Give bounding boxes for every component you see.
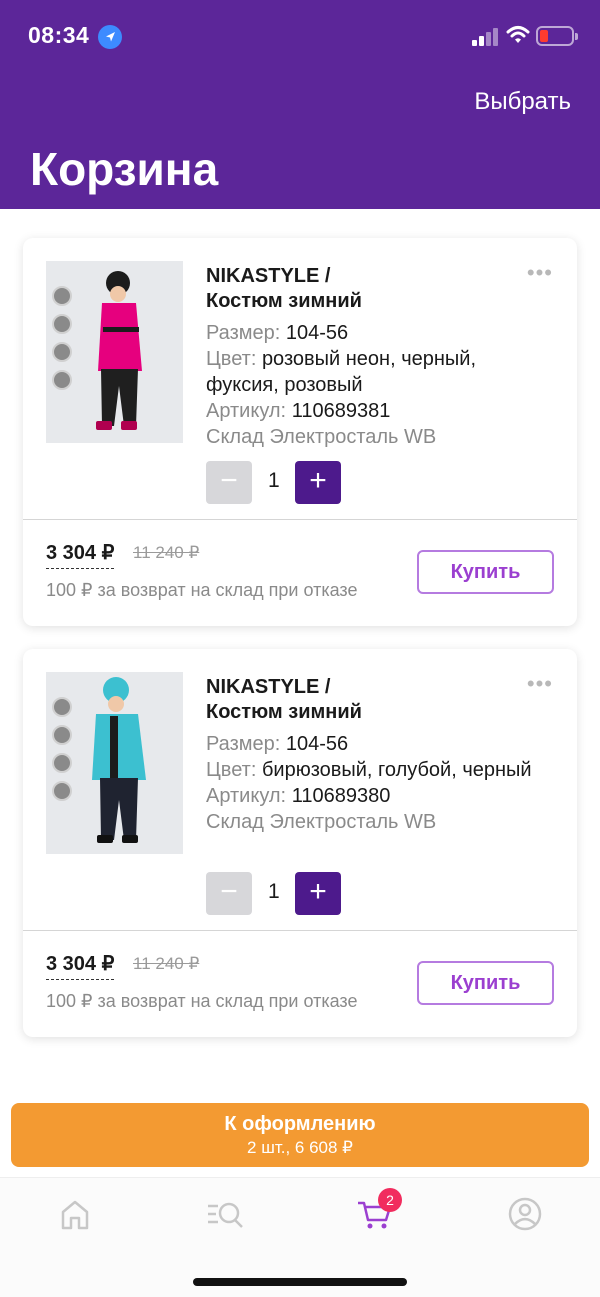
divider (23, 519, 577, 520)
size-label: Размер: (206, 733, 281, 755)
color-label: Цвет: (206, 348, 257, 370)
checkout-summary: 2 шт., 6 608 ₽ (247, 1138, 353, 1157)
product-name: Костюм зимний (206, 701, 362, 723)
size-label: Размер: (206, 322, 281, 344)
decrease-quantity-button[interactable]: − (206, 461, 252, 504)
product-photo[interactable] (46, 672, 183, 854)
increase-quantity-button[interactable]: + (295, 461, 341, 504)
quantity-value: 1 (268, 880, 280, 903)
home-icon (55, 1200, 95, 1238)
price: 3 304 ₽ (46, 951, 115, 980)
increase-quantity-button[interactable]: + (295, 872, 341, 915)
old-price: 11 240 ₽ (133, 543, 200, 562)
catalog-search-icon (205, 1202, 245, 1238)
product-attributes: Размер: 104-56 Цвет: розовый неон, черны… (206, 320, 536, 450)
divider (23, 930, 577, 931)
color-value: бирюзовый, голубой, черный (261, 759, 532, 781)
product-title[interactable]: NIKASTYLE / Костюм зимний (206, 675, 506, 725)
warehouse-label: Склад Электросталь WB (206, 426, 437, 448)
return-fee-note: 100 ₽ за возврат на склад при отказе (46, 580, 358, 600)
location-arrow-icon (98, 25, 122, 49)
tab-profile[interactable] (505, 1194, 545, 1234)
product-title[interactable]: NIKASTYLE / Костюм зимний (206, 264, 506, 314)
return-fee-note: 100 ₽ за возврат на склад при отказе (46, 991, 358, 1011)
decrease-quantity-button[interactable]: − (206, 872, 252, 915)
profile-icon (505, 1197, 545, 1238)
product-brand: NIKASTYLE / (206, 676, 331, 698)
product-photo[interactable] (46, 261, 183, 443)
header: 08:34 Выбрать Корзина (0, 0, 600, 209)
buy-button[interactable]: Купить (417, 550, 554, 594)
more-options-icon[interactable]: ••• (527, 262, 553, 284)
old-price: 11 240 ₽ (133, 954, 200, 973)
select-button[interactable]: Выбрать (474, 88, 571, 116)
checkout-button[interactable]: К оформлению 2 шт., 6 608 ₽ (11, 1103, 589, 1167)
cart-item-card: NIKASTYLE / Костюм зимний ••• Размер: 10… (23, 649, 577, 1037)
color-label: Цвет: (206, 759, 257, 781)
status-time: 08:34 (28, 22, 90, 48)
tab-catalog[interactable] (205, 1194, 245, 1234)
article-value: 110689380 (291, 785, 391, 807)
article-value: 110689381 (291, 400, 391, 422)
home-indicator (193, 1278, 407, 1286)
tab-home[interactable] (55, 1194, 95, 1234)
product-name: Костюм зимний (206, 290, 362, 312)
cart-item-card: NIKASTYLE / Костюм зимний ••• Размер: 10… (23, 238, 577, 626)
page-title: Корзина (30, 143, 219, 195)
cellular-signal-icon (472, 28, 500, 46)
cart-count-badge: 2 (378, 1188, 402, 1212)
price: 3 304 ₽ (46, 540, 115, 569)
size-value: 104-56 (285, 733, 349, 755)
wifi-icon (506, 24, 530, 46)
size-value: 104-56 (285, 322, 349, 344)
product-attributes: Размер: 104-56 Цвет: бирюзовый, голубой,… (206, 731, 536, 835)
quantity-value: 1 (268, 469, 280, 492)
article-label: Артикул: (206, 785, 287, 807)
feature-badges (52, 286, 74, 398)
product-brand: NIKASTYLE / (206, 265, 331, 287)
feature-badges (52, 697, 74, 809)
cart-icon (355, 1201, 395, 1238)
article-label: Артикул: (206, 400, 287, 422)
checkout-label: К оформлению (224, 1113, 376, 1135)
buy-button[interactable]: Купить (417, 961, 554, 1005)
battery-icon (536, 26, 578, 46)
more-options-icon[interactable]: ••• (527, 673, 553, 695)
warehouse-label: Склад Электросталь WB (206, 811, 437, 833)
